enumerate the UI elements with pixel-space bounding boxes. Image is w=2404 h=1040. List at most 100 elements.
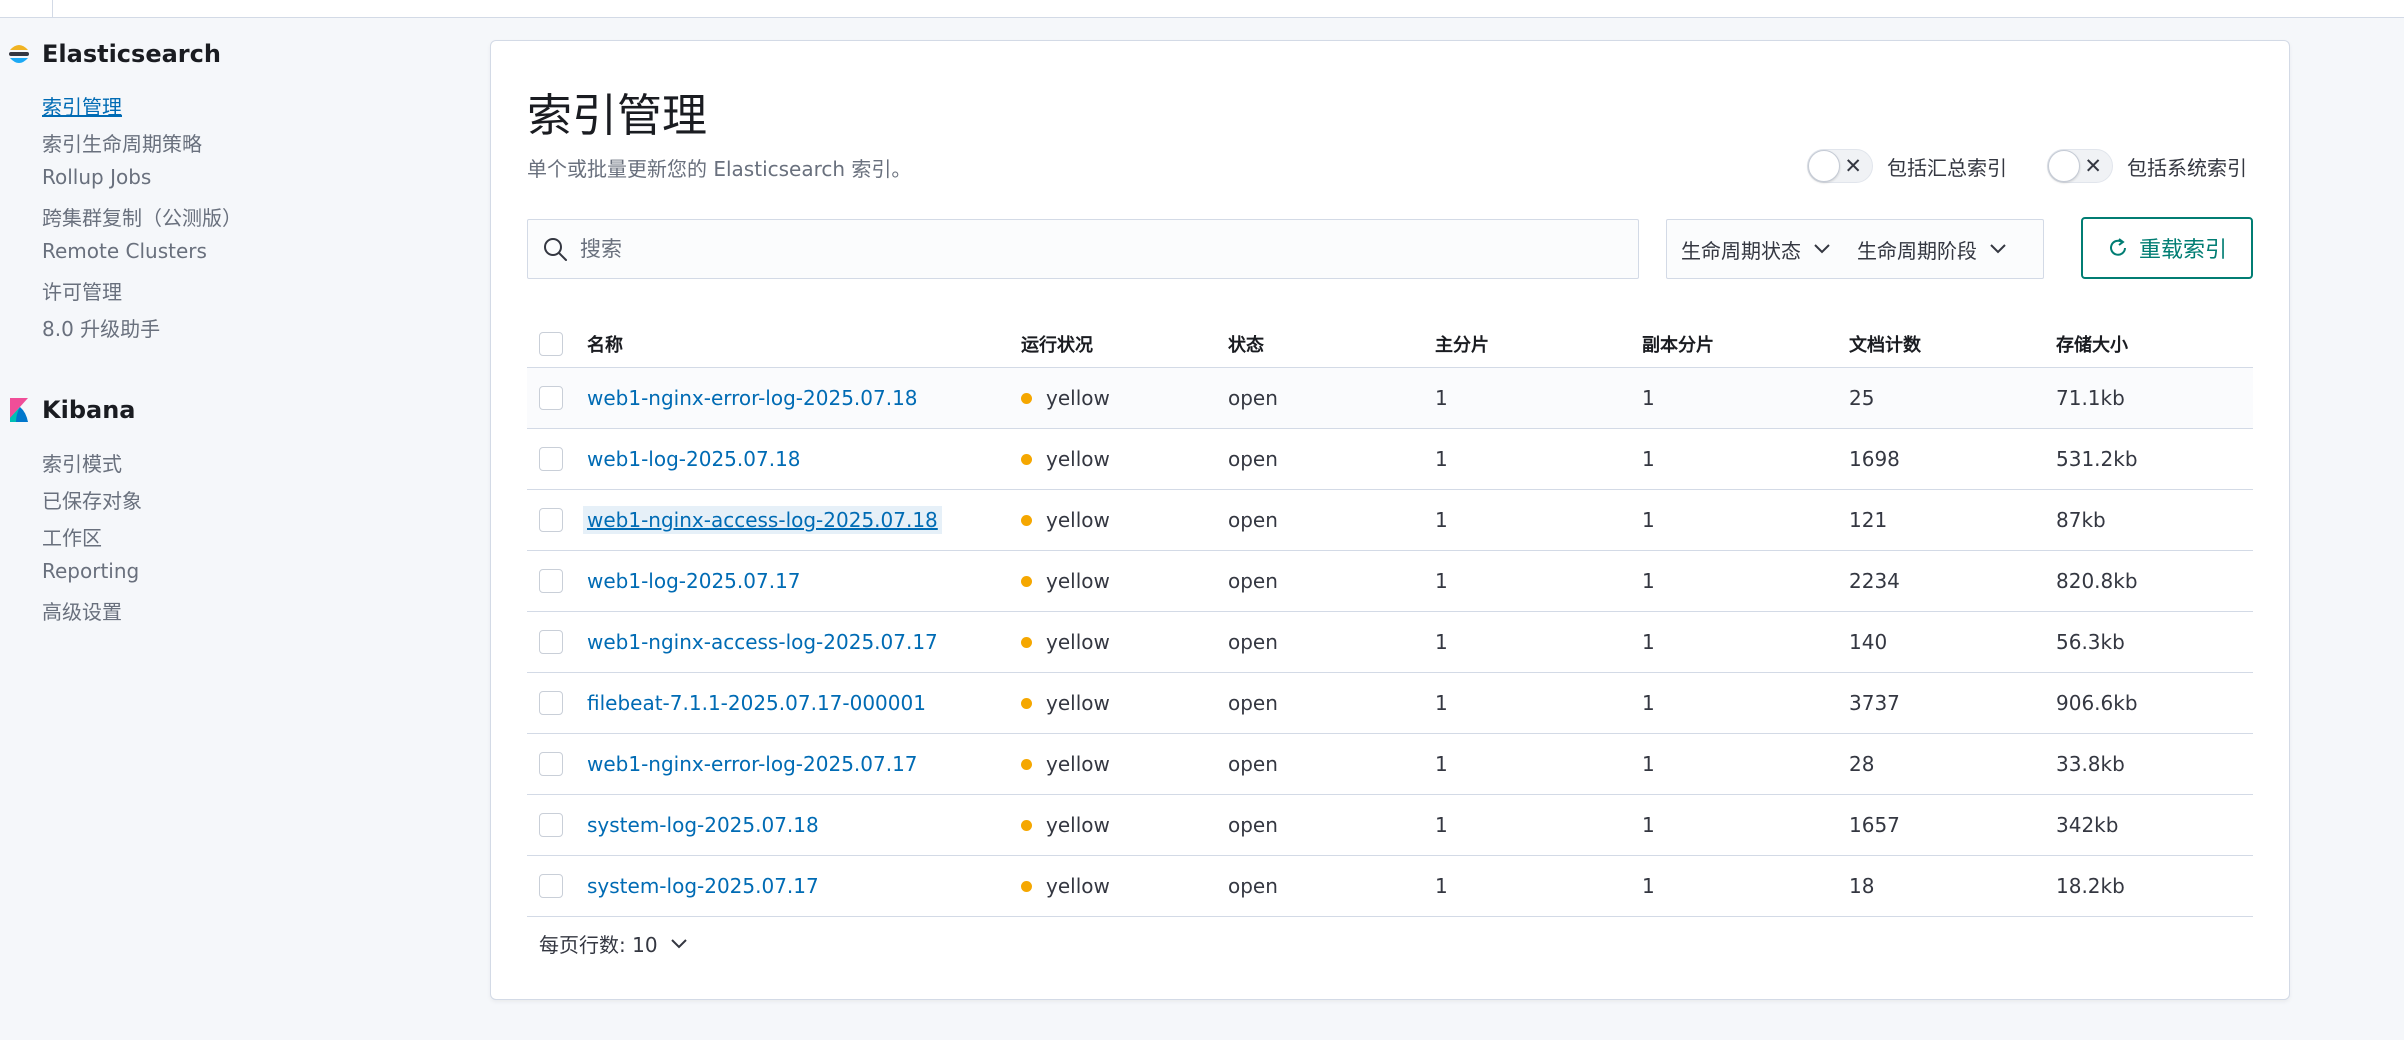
column-header-status[interactable]: 状态 — [1228, 331, 1264, 357]
index-management-panel: 索引管理 单个或批量更新您的 Elasticsearch 索引。 ✕ 包括汇总索… — [490, 40, 2290, 1000]
health-cell: yellow — [1021, 752, 1110, 776]
page-title: 索引管理 — [527, 89, 708, 142]
nav-item-rollup-jobs[interactable]: Rollup Jobs — [42, 165, 151, 189]
column-header-replicas[interactable]: 副本分片 — [1642, 331, 1714, 357]
nav-item-remote-clusters[interactable]: Remote Clusters — [42, 239, 207, 263]
include-rollup-toggle: ✕ 包括汇总索引 — [1807, 149, 2007, 183]
health-dot-icon — [1021, 453, 1032, 465]
nav-item-cross-cluster-replication[interactable]: 跨集群复制（公测版） — [42, 202, 242, 231]
system-switch-label: 包括系统索引 — [2127, 155, 2247, 180]
select-all-checkbox[interactable] — [539, 332, 563, 356]
health-label: yellow — [1046, 813, 1110, 837]
nav-item-spaces[interactable]: 工作区 — [42, 522, 102, 551]
health-label: yellow — [1046, 447, 1110, 471]
switch-knob — [1808, 150, 1840, 182]
reload-indices-button[interactable]: 重载索引 — [2081, 217, 2253, 279]
status-cell: open — [1228, 569, 1278, 593]
row-checkbox[interactable] — [539, 630, 563, 654]
index-name-link[interactable]: system-log-2025.07.18 — [587, 813, 819, 837]
index-name-link[interactable]: web1-nginx-error-log-2025.07.17 — [587, 752, 918, 776]
index-name-link[interactable]: web1-nginx-access-log-2025.07.17 — [587, 630, 938, 654]
row-checkbox[interactable] — [539, 752, 563, 776]
storage-size-cell: 33.8kb — [2056, 752, 2125, 776]
primary-shards-cell: 1 — [1435, 691, 1448, 715]
storage-size-cell: 87kb — [2056, 508, 2106, 532]
index-name-link[interactable]: web1-log-2025.07.18 — [587, 447, 801, 471]
nav-item-saved-objects[interactable]: 已保存对象 — [42, 485, 142, 514]
index-name-link[interactable]: web1-nginx-error-log-2025.07.18 — [587, 386, 918, 410]
row-checkbox[interactable] — [539, 569, 563, 593]
docs-count-cell: 3737 — [1849, 691, 1900, 715]
column-header-name[interactable]: 名称 — [587, 331, 623, 357]
health-cell: yellow — [1021, 447, 1110, 471]
primary-shards-cell: 1 — [1435, 874, 1448, 898]
nav-group-title: Elasticsearch — [42, 40, 221, 68]
refresh-icon — [2110, 238, 2126, 256]
health-dot-icon — [1021, 636, 1032, 648]
chevron-down-icon — [1814, 244, 1830, 254]
row-checkbox[interactable] — [539, 691, 563, 715]
table-header: 名称 运行状况 状态 主分片 副本分片 文档计数 存储大小 — [527, 321, 2253, 368]
replica-shards-cell: 1 — [1642, 691, 1655, 715]
system-switch[interactable]: ✕ — [2047, 149, 2113, 183]
nav-group-kibana: Kibana — [8, 396, 135, 424]
row-checkbox[interactable] — [539, 386, 563, 410]
health-label: yellow — [1046, 691, 1110, 715]
nav-item-advanced-settings[interactable]: 高级设置 — [42, 596, 122, 625]
docs-count-cell: 18 — [1849, 874, 1875, 898]
primary-shards-cell: 1 — [1435, 447, 1448, 471]
nav-item-index-patterns[interactable]: 索引模式 — [42, 448, 122, 477]
replica-shards-cell: 1 — [1642, 874, 1655, 898]
lifecycle-phase-filter[interactable]: 生命周期阶段 — [1857, 235, 2007, 264]
nav-item-upgrade-assistant[interactable]: 8.0 升级助手 — [42, 313, 160, 342]
search-box — [527, 219, 1639, 279]
health-label: yellow — [1046, 630, 1110, 654]
row-checkbox[interactable] — [539, 813, 563, 837]
status-cell: open — [1228, 691, 1278, 715]
status-cell: open — [1228, 447, 1278, 471]
table-row: web1-nginx-access-log-2025.07.17 yellow op… — [527, 612, 2253, 673]
health-dot-icon — [1021, 514, 1032, 526]
status-cell: open — [1228, 752, 1278, 776]
nav-item-license-management[interactable]: 许可管理 — [42, 276, 122, 305]
health-label: yellow — [1046, 752, 1110, 776]
row-checkbox[interactable] — [539, 874, 563, 898]
table-body: web1-nginx-error-log-2025.07.18 yellow ope… — [527, 368, 2253, 917]
column-header-docs-count[interactable]: 文档计数 — [1849, 331, 1921, 357]
row-checkbox[interactable] — [539, 508, 563, 532]
top-bar-divider — [52, 0, 53, 18]
health-label: yellow — [1046, 508, 1110, 532]
index-name-link[interactable]: web1-nginx-access-log-2025.07.18 — [583, 506, 942, 534]
health-dot-icon — [1021, 392, 1032, 404]
health-cell: yellow — [1021, 386, 1110, 410]
primary-shards-cell: 1 — [1435, 508, 1448, 532]
kibana-logo-icon — [8, 398, 30, 422]
lifecycle-status-filter[interactable]: 生命周期状态 — [1681, 235, 1831, 264]
rows-per-page-button[interactable]: 每页行数: 10 — [539, 929, 688, 958]
indices-table: 名称 运行状况 状态 主分片 副本分片 文档计数 存储大小 web1-nginx… — [527, 321, 2253, 917]
health-cell: yellow — [1021, 874, 1110, 898]
column-header-health[interactable]: 运行状况 — [1021, 331, 1093, 357]
status-cell: open — [1228, 508, 1278, 532]
column-header-primary[interactable]: 主分片 — [1435, 331, 1489, 357]
column-header-storage-size[interactable]: 存储大小 — [2056, 331, 2128, 357]
index-name-link[interactable]: filebeat-7.1.1-2025.07.17-000001 — [587, 691, 926, 715]
nav-item-reporting[interactable]: Reporting — [42, 559, 139, 583]
nav-item-ilm-policies[interactable]: 索引生命周期策略 — [42, 128, 202, 157]
lifecycle-phase-label: 生命周期阶段 — [1857, 238, 1977, 263]
health-cell: yellow — [1021, 508, 1110, 532]
rollup-switch[interactable]: ✕ — [1807, 149, 1873, 183]
table-row: web1-nginx-error-log-2025.07.18 yellow ope… — [527, 368, 2253, 429]
primary-shards-cell: 1 — [1435, 630, 1448, 654]
health-label: yellow — [1046, 874, 1110, 898]
health-dot-icon — [1021, 697, 1032, 709]
index-name-link[interactable]: system-log-2025.07.17 — [587, 874, 819, 898]
row-checkbox[interactable] — [539, 447, 563, 471]
health-label: yellow — [1046, 386, 1110, 410]
nav-item-index-management[interactable]: 索引管理 — [42, 91, 122, 120]
search-input[interactable] — [580, 237, 1580, 261]
index-name-link[interactable]: web1-log-2025.07.17 — [587, 569, 801, 593]
page-description: 单个或批量更新您的 Elasticsearch 索引。 — [527, 157, 912, 181]
primary-shards-cell: 1 — [1435, 386, 1448, 410]
health-dot-icon — [1021, 880, 1032, 892]
